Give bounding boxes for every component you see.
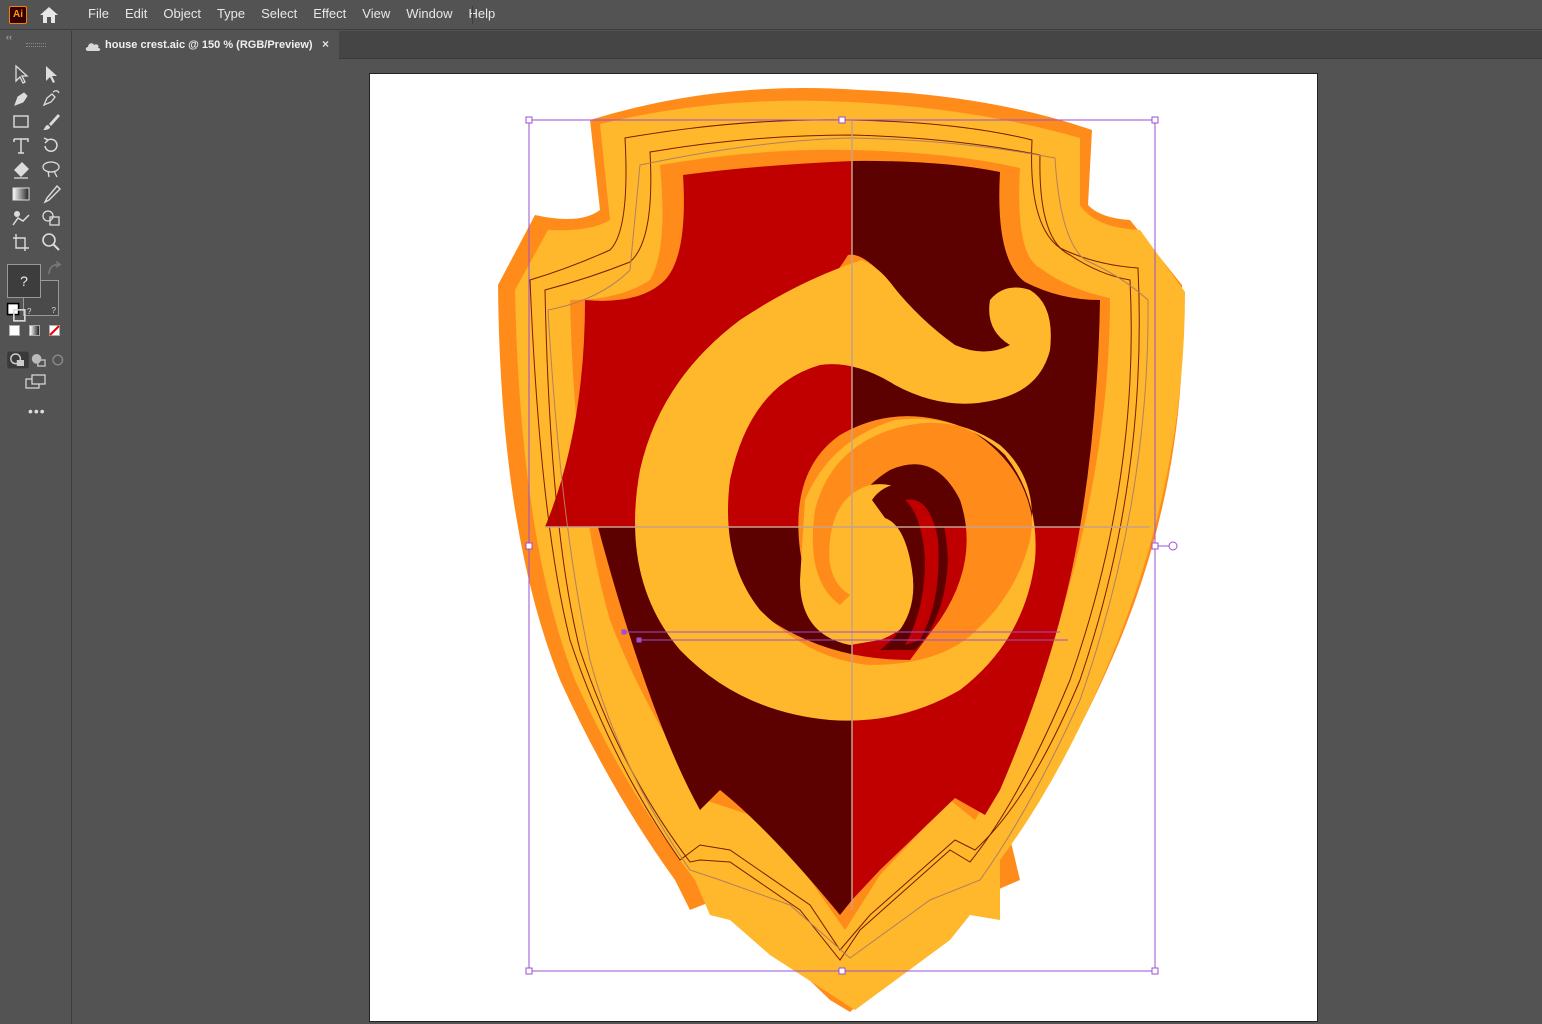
artwork-canvas[interactable]: [0, 0, 1542, 1024]
